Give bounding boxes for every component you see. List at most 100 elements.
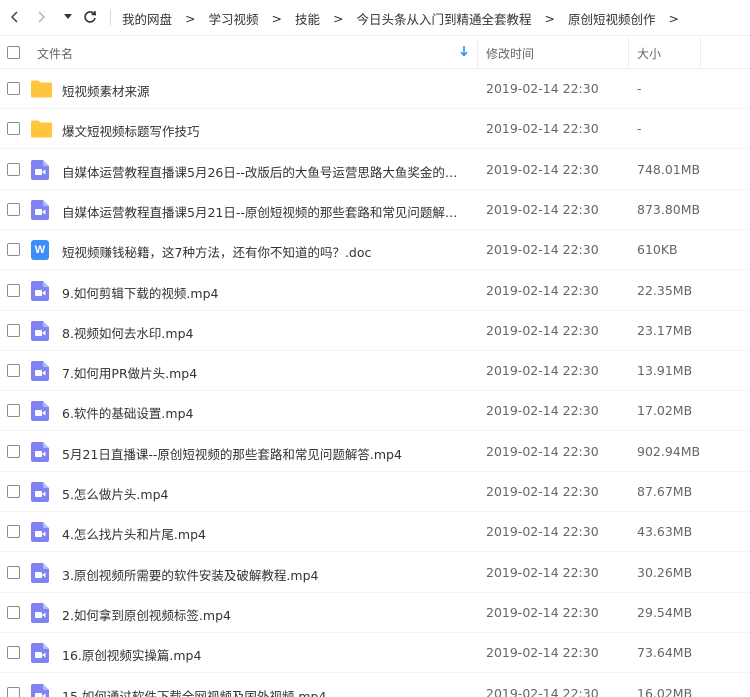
row-checkbox[interactable]: [7, 323, 20, 337]
row-checkbox[interactable]: [7, 283, 20, 297]
file-name[interactable]: 5.怎么做片头.mp4: [62, 484, 467, 503]
file-size: 17.02MB: [637, 403, 693, 419]
video-file-icon: [31, 401, 51, 422]
row-checkbox[interactable]: [7, 364, 20, 378]
breadcrumb-item-current[interactable]: 原创短视频创作: [568, 9, 656, 28]
file-row[interactable]: 6.软件的基础设置.mp4 2019-02-14 22:30 17.02MB: [0, 391, 750, 432]
row-checkbox[interactable]: [7, 686, 20, 697]
file-name[interactable]: 6.软件的基础设置.mp4: [62, 403, 467, 422]
select-all-checkbox[interactable]: [7, 46, 20, 59]
row-checkbox[interactable]: [7, 82, 20, 95]
file-name[interactable]: 自媒体运营教程直播课5月26日--改版后的大鱼号运营思路大鱼奖金的拿法...: [62, 162, 467, 181]
file-modified-time: 2019-02-14 22:30: [486, 121, 599, 137]
file-row[interactable]: 16.原创视频实操篇.mp4 2019-02-14 22:30 73.64MB: [0, 633, 750, 674]
file-modified-time: 2019-02-14 22:30: [486, 282, 599, 298]
file-row[interactable]: 4.怎么找片头和片尾.mp4 2019-02-14 22:30 43.63MB: [0, 512, 750, 553]
file-name[interactable]: 9.如何剪辑下载的视频.mp4: [62, 283, 467, 302]
column-divider[interactable]: [477, 38, 478, 67]
refresh-icon[interactable]: [80, 6, 100, 28]
video-file-icon: [31, 482, 51, 502]
file-row[interactable]: 7.如何用PR做片头.mp4 2019-02-14 22:30 13.91MB: [0, 351, 750, 392]
file-list-header: 文件名 修改时间 大小: [0, 36, 750, 69]
file-name[interactable]: 4.怎么找片头和片尾.mp4: [62, 524, 467, 543]
file-size: -: [637, 81, 642, 96]
file-name[interactable]: 7.如何用PR做片头.mp4: [62, 363, 467, 382]
row-checkbox[interactable]: [7, 646, 20, 660]
video-file-icon: [31, 683, 51, 697]
file-row[interactable]: 自媒体运营教程直播课5月26日--改版后的大鱼号运营思路大鱼奖金的拿法... 20…: [0, 150, 750, 190]
breadcrumb-separator: >: [333, 10, 344, 26]
row-checkbox[interactable]: [7, 404, 20, 418]
file-modified-time: 2019-02-14 22:30: [486, 443, 599, 459]
file-size: 87.67MB: [637, 484, 693, 499]
breadcrumb: 我的网盘 > 学习视频 > 技能 > 今日头条从入门到精通全套教程 > 原创短视…: [122, 0, 692, 36]
video-file-icon: [31, 643, 51, 664]
back-arrow-icon[interactable]: [4, 6, 26, 28]
file-name[interactable]: 8.视频如何去水印.mp4: [62, 323, 467, 342]
file-size: 30.26MB: [637, 564, 693, 580]
file-name[interactable]: 5月21日直播课--原创短视频的那些套路和常见问题解答.mp4: [62, 444, 467, 463]
file-modified-time: 2019-02-14 22:30: [486, 81, 599, 96]
row-checkbox[interactable]: [7, 605, 20, 619]
file-row[interactable]: 2.如何拿到原创视频标签.mp4 2019-02-14 22:30 29.54MB: [0, 593, 750, 633]
breadcrumb-item[interactable]: 技能: [295, 9, 320, 28]
file-row[interactable]: 自媒体运营教程直播课5月21日--原创短视频的那些套路和常见问题解答.m... 2…: [0, 190, 750, 230]
file-name[interactable]: 15.如何通过软件下载全网视频及国外视频.mp4: [62, 686, 467, 697]
file-row[interactable]: 爆文短视频标题写作技巧 2019-02-14 22:30 -: [0, 109, 750, 150]
row-checkbox[interactable]: [7, 122, 20, 136]
file-name[interactable]: 自媒体运营教程直播课5月21日--原创短视频的那些套路和常见问题解答.m...: [62, 202, 467, 221]
row-checkbox[interactable]: [7, 243, 20, 257]
video-file-icon: [31, 320, 51, 341]
row-checkbox[interactable]: [7, 485, 20, 498]
file-list: 短视频素材来源 2019-02-14 22:30 - 爆文短视频标题写作技巧 2019-…: [0, 69, 750, 697]
video-file-icon: [31, 562, 51, 583]
file-size: 16.02MB: [637, 685, 693, 697]
row-checkbox[interactable]: [7, 202, 20, 216]
breadcrumb-separator: >: [185, 10, 196, 26]
file-row[interactable]: 短视频素材来源 2019-02-14 22:30 -: [0, 69, 750, 109]
row-checkbox[interactable]: [7, 162, 20, 176]
forward-arrow-icon[interactable]: [30, 6, 52, 28]
file-modified-time: 2019-02-14 22:30: [486, 242, 599, 258]
row-checkbox[interactable]: [7, 525, 20, 539]
folder-icon: [31, 119, 52, 139]
video-file-icon: [31, 159, 51, 180]
column-divider[interactable]: [700, 38, 701, 67]
column-divider[interactable]: [628, 38, 629, 67]
column-header-size[interactable]: 大小: [637, 45, 661, 62]
file-size: 29.54MB: [637, 604, 693, 620]
breadcrumb-item[interactable]: 我的网盘: [122, 9, 172, 28]
file-size: 873.80MB: [637, 201, 701, 217]
file-size: 23.17MB: [637, 322, 693, 338]
video-file-icon: [31, 602, 51, 623]
file-row[interactable]: 8.视频如何去水印.mp4 2019-02-14 22:30 23.17MB: [0, 311, 750, 351]
file-row[interactable]: W 短视频赚钱秘籍，这7种方法，还有你不知道的吗？.doc 2019-02-14 2…: [0, 230, 750, 271]
breadcrumb-item[interactable]: 今日头条从入门到精通全套教程: [357, 9, 532, 28]
file-modified-time: 2019-02-14 22:30: [486, 564, 599, 580]
caret-down-icon[interactable]: [60, 6, 76, 28]
video-file-icon: [31, 280, 51, 301]
row-checkbox[interactable]: [7, 565, 20, 579]
file-modified-time: 2019-02-14 22:30: [486, 201, 599, 217]
file-name[interactable]: 短视频素材来源: [62, 81, 467, 100]
file-name[interactable]: 16.原创视频实操篇.mp4: [62, 645, 467, 664]
row-checkbox[interactable]: [7, 444, 20, 458]
file-name[interactable]: 3.原创视频所需要的软件安装及破解教程.mp4: [62, 565, 467, 584]
file-row[interactable]: 3.原创视频所需要的软件安装及破解教程.mp4 2019-02-14 22:30 3…: [0, 553, 750, 593]
file-modified-time: 2019-02-14 22:30: [486, 685, 599, 697]
file-row[interactable]: 5.怎么做片头.mp4 2019-02-14 22:30 87.67MB: [0, 472, 750, 512]
file-row[interactable]: 15.如何通过软件下载全网视频及国外视频.mp4 2019-02-14 22:30…: [0, 674, 750, 697]
file-name[interactable]: 爆文短视频标题写作技巧: [62, 121, 467, 140]
file-modified-time: 2019-02-14 22:30: [486, 161, 599, 177]
breadcrumb-item[interactable]: 学习视频: [209, 9, 259, 28]
column-header-modified[interactable]: 修改时间: [486, 45, 534, 62]
file-name[interactable]: 2.如何拿到原创视频标签.mp4: [62, 605, 467, 624]
sort-down-arrow-icon[interactable]: [460, 45, 468, 61]
file-row[interactable]: 9.如何剪辑下载的视频.mp4 2019-02-14 22:30 22.35MB: [0, 271, 750, 311]
file-modified-time: 2019-02-14 22:30: [486, 524, 599, 540]
file-row[interactable]: 5月21日直播课--原创短视频的那些套路和常见问题解答.mp4 2019-02-1…: [0, 432, 750, 472]
file-name[interactable]: 短视频赚钱秘籍，这7种方法，还有你不知道的吗？.doc: [62, 242, 467, 261]
video-file-icon: [31, 199, 51, 220]
file-modified-time: 2019-02-14 22:30: [486, 645, 599, 661]
column-header-name[interactable]: 文件名: [37, 45, 73, 62]
